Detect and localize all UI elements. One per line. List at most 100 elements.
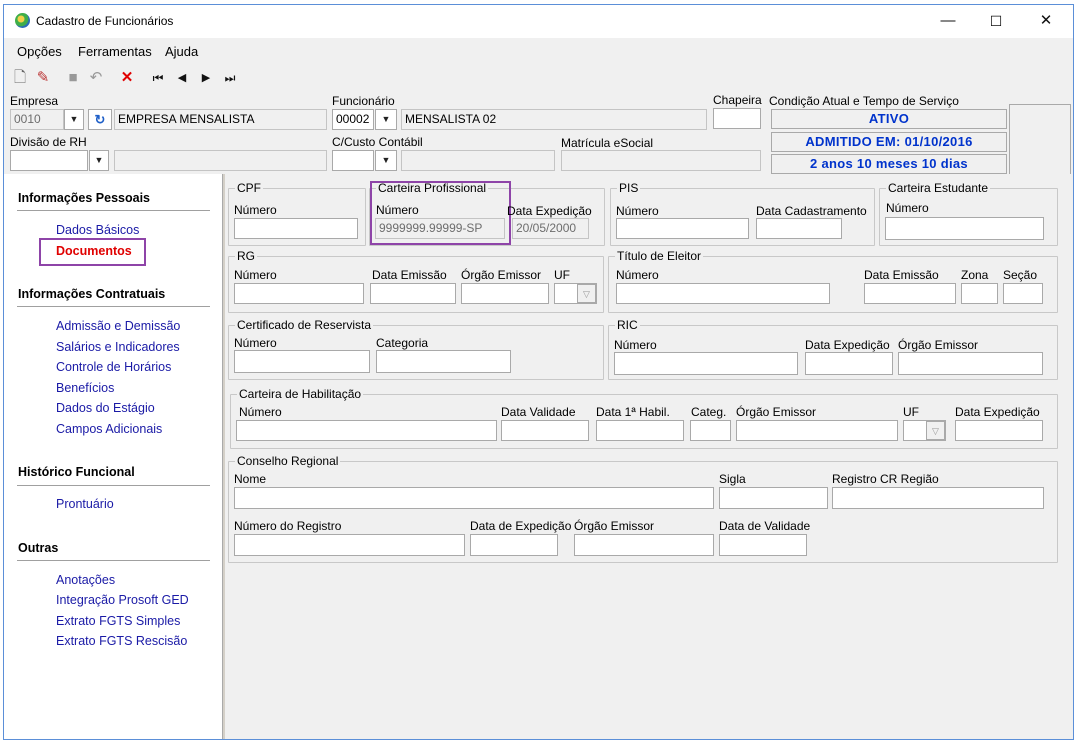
sidebar-item-prosoft-ged[interactable]: Integração Prosoft GED [56,593,189,607]
undo-icon[interactable]: ↶ [85,68,107,88]
first-icon[interactable]: ⏮ [147,68,169,88]
sidebar-item-horarios[interactable]: Controle de Horários [56,360,171,374]
sidebar-item-beneficios[interactable]: Benefícios [56,381,114,395]
divisao-name-field [114,150,327,171]
titulo-secao-field[interactable] [1003,283,1043,304]
save-icon[interactable]: ■ [62,68,84,88]
conselho-sigla-field[interactable] [719,487,828,509]
app-icon [15,13,30,28]
sidebar-item-fgts-rescisao[interactable]: Extrato FGTS Rescisão [56,634,187,648]
sidebar-item-prontuario[interactable]: Prontuário [56,497,114,511]
sidebar-item-anotacoes[interactable]: Anotações [56,573,115,587]
cnh-categ-field[interactable] [690,420,731,441]
conselho-data-expedicao-field[interactable] [470,534,558,556]
chevron-down-icon[interactable]: ▽ [926,421,945,440]
maximize-button[interactable]: ☐ [973,8,1019,34]
cnh-data-expedicao-field[interactable] [955,420,1043,441]
titulo-data-emissao-label: Data Emissão [864,268,939,282]
pis-data-cad-label: Data Cadastramento [756,204,867,218]
delete-icon[interactable]: ✕ [116,68,138,88]
ric-numero-field[interactable] [614,352,798,375]
custo-dropdown-button[interactable]: ▼ [375,150,397,171]
rg-data-emissao-field[interactable] [370,283,456,304]
ric-orgao-field[interactable] [898,352,1043,375]
new-icon[interactable]: 🗋 [9,68,31,88]
highlight-box [39,238,146,266]
cnh-validade-label: Data Validade [501,405,576,419]
empresa-code-field[interactable]: 0010 [10,109,64,130]
next-icon[interactable]: ▶ [195,68,217,88]
cnh-numero-field[interactable] [236,420,497,441]
group-title: Título de Eleitor [615,249,704,263]
photo-box[interactable] [1009,104,1071,175]
conselho-num-registro-field[interactable] [234,534,465,556]
cnh-orgao-field[interactable] [736,420,898,441]
last-icon[interactable]: ⏭ [219,68,241,88]
titulo-zona-field[interactable] [961,283,998,304]
ctps-numero-field[interactable]: 9999999.99999-SP [375,218,505,239]
pis-numero-field[interactable] [616,218,749,239]
cnh-orgao-label: Órgão Emissor [736,405,817,419]
pis-data-cad-field[interactable] [756,218,842,239]
menu-opcoes[interactable]: Opções [17,44,62,59]
estudante-numero-label: Número [886,201,929,215]
titulo-numero-field[interactable] [616,283,830,304]
cnh-validade-field[interactable] [501,420,589,441]
ric-data-expedicao-field[interactable] [805,352,893,375]
cnh-primeira-field[interactable] [596,420,684,441]
rg-orgao-field[interactable] [461,283,549,304]
close-button[interactable]: ✕ [1023,8,1069,34]
divisao-label: Divisão de RH [10,135,87,149]
titulo-data-emissao-field[interactable] [864,283,956,304]
rg-numero-field[interactable] [234,283,364,304]
custo-code-field[interactable] [332,150,374,171]
reservista-numero-field[interactable] [234,350,370,373]
cnh-uf-label: UF [903,405,919,419]
ctps-data-expedicao-label: Data Expedição [507,204,592,218]
chevron-down-icon[interactable]: ▽ [577,284,596,303]
reservista-categoria-field[interactable] [376,350,511,373]
funcionario-code-field[interactable]: 00002 [332,109,374,130]
divider [17,210,210,211]
ric-orgao-label: Órgão Emissor [898,338,979,352]
window-title: Cadastro de Funcionários [36,14,174,28]
funcionario-dropdown-button[interactable]: ▼ [375,109,397,130]
estudante-numero-field[interactable] [885,217,1044,240]
cnh-numero-label: Número [239,405,282,419]
ric-numero-label: Número [614,338,657,352]
sidebar-item-fgts-simples[interactable]: Extrato FGTS Simples [56,614,180,628]
conselho-orgao-field[interactable] [574,534,714,556]
matricula-label: Matrícula eSocial [561,136,654,150]
menu-ajuda[interactable]: Ajuda [165,44,198,59]
chapeira-label: Chapeira [713,93,762,107]
conselho-nome-field[interactable] [234,487,714,509]
conselho-num-registro-label: Número do Registro [234,519,342,533]
matricula-field [561,150,761,171]
cnh-data-expedicao-label: Data Expedição [955,405,1040,419]
sidebar-item-admissao[interactable]: Admissão e Demissão [56,319,180,333]
divisao-dropdown-button[interactable]: ▼ [89,150,109,171]
prev-icon[interactable]: ◀ [171,68,193,88]
funcionario-name-field: MENSALISTA 02 [401,109,707,130]
titulo-zona-label: Zona [961,268,989,282]
divisao-code-field[interactable] [10,150,88,171]
conselho-validade-field[interactable] [719,534,807,556]
sidebar-item-campos-adicionais[interactable]: Campos Adicionais [56,422,162,436]
ctps-data-expedicao-field[interactable]: 20/05/2000 [512,218,589,239]
group-title: Carteira Estudante [886,181,991,195]
sidebar-item-estagio[interactable]: Dados do Estágio [56,401,155,415]
edit-icon[interactable]: ✎ [32,68,54,88]
menu-ferramentas[interactable]: Ferramentas [78,44,152,59]
sidebar-item-dados-basicos[interactable]: Dados Básicos [56,223,139,237]
minimize-button[interactable]: — [925,8,971,34]
empresa-dropdown-button[interactable]: ▼ [64,109,84,130]
conselho-registro-regiao-field[interactable] [832,487,1044,509]
chapeira-field[interactable] [713,108,761,129]
rg-numero-label: Número [234,268,277,282]
sidebar-item-salarios[interactable]: Salários e Indicadores [56,340,180,354]
cpf-numero-field[interactable] [234,218,358,239]
rg-data-emissao-label: Data Emissão [372,268,447,282]
status-tempo: 2 anos 10 meses 10 dias [771,154,1007,174]
rg-orgao-label: Órgão Emissor [461,268,542,282]
refresh-icon[interactable]: ↻ [88,109,112,130]
